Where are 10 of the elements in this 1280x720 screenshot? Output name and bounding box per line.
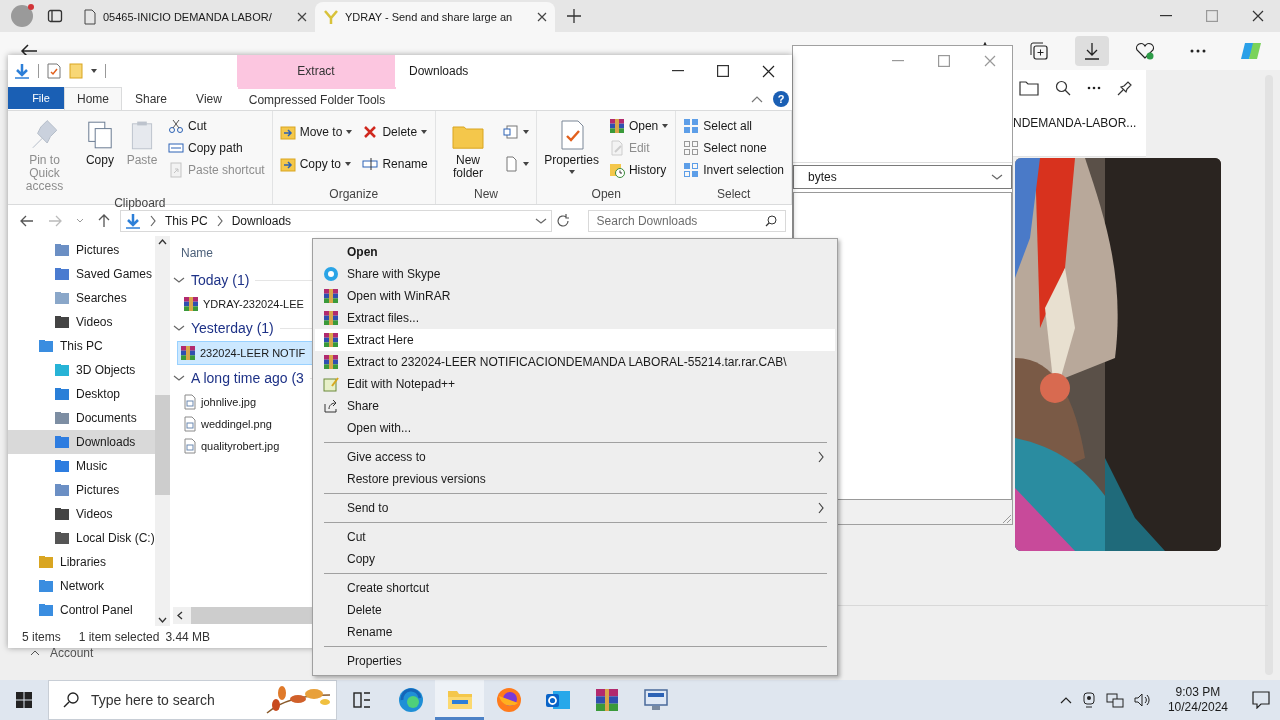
item-count: 5 items (22, 630, 61, 644)
group-label: Clipboard (113, 196, 167, 212)
group-label: Organize (328, 187, 380, 203)
group-label: Open (590, 187, 622, 203)
window-title: Downloads (408, 63, 469, 80)
context-tab-header: Extract (237, 55, 395, 87)
group-label: Select (715, 187, 752, 203)
selection-info: 1 item selected (78, 630, 160, 644)
group-label: New (472, 187, 499, 203)
selection-size: 3.44 MB (165, 630, 211, 644)
